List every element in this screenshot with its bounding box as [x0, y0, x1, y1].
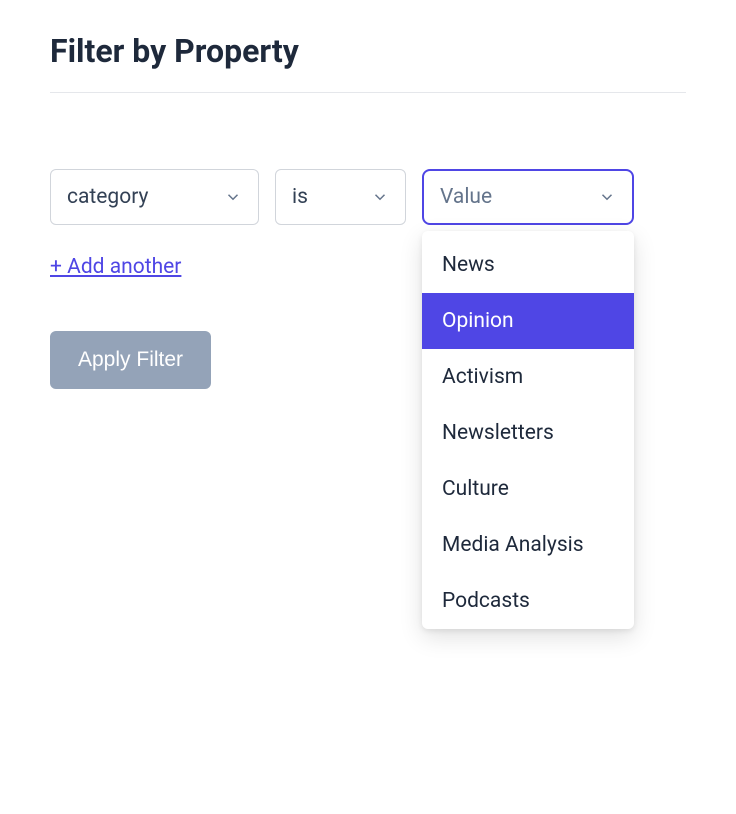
- divider: [50, 92, 686, 93]
- chevron-down-icon: [224, 188, 242, 206]
- dropdown-option-culture[interactable]: Culture: [422, 461, 634, 517]
- apply-filter-button[interactable]: Apply Filter: [50, 331, 211, 389]
- operator-select-wrapper: is: [275, 169, 406, 225]
- property-select-value: category: [67, 185, 148, 209]
- chevron-down-icon: [371, 188, 389, 206]
- add-another-link[interactable]: + Add another: [50, 255, 181, 279]
- value-select-wrapper: Value News Opinion Activism Newsletters …: [422, 169, 634, 225]
- dropdown-option-podcasts[interactable]: Podcasts: [422, 573, 634, 623]
- page-title: Filter by Property: [50, 32, 686, 70]
- dropdown-option-news[interactable]: News: [422, 237, 634, 293]
- operator-select[interactable]: is: [275, 169, 406, 225]
- operator-select-value: is: [292, 185, 308, 209]
- dropdown-option-newsletters[interactable]: Newsletters: [422, 405, 634, 461]
- chevron-down-icon: [598, 188, 616, 206]
- value-dropdown: News Opinion Activism Newsletters Cultur…: [422, 231, 634, 629]
- property-select[interactable]: category: [50, 169, 259, 225]
- dropdown-option-media-analysis[interactable]: Media Analysis: [422, 517, 634, 573]
- dropdown-option-opinion[interactable]: Opinion: [422, 293, 634, 349]
- dropdown-option-activism[interactable]: Activism: [422, 349, 634, 405]
- value-select-placeholder: Value: [440, 185, 492, 209]
- value-select[interactable]: Value: [422, 169, 634, 225]
- property-select-wrapper: category: [50, 169, 259, 225]
- filter-row: category is Value News Opinion Activism …: [50, 169, 686, 225]
